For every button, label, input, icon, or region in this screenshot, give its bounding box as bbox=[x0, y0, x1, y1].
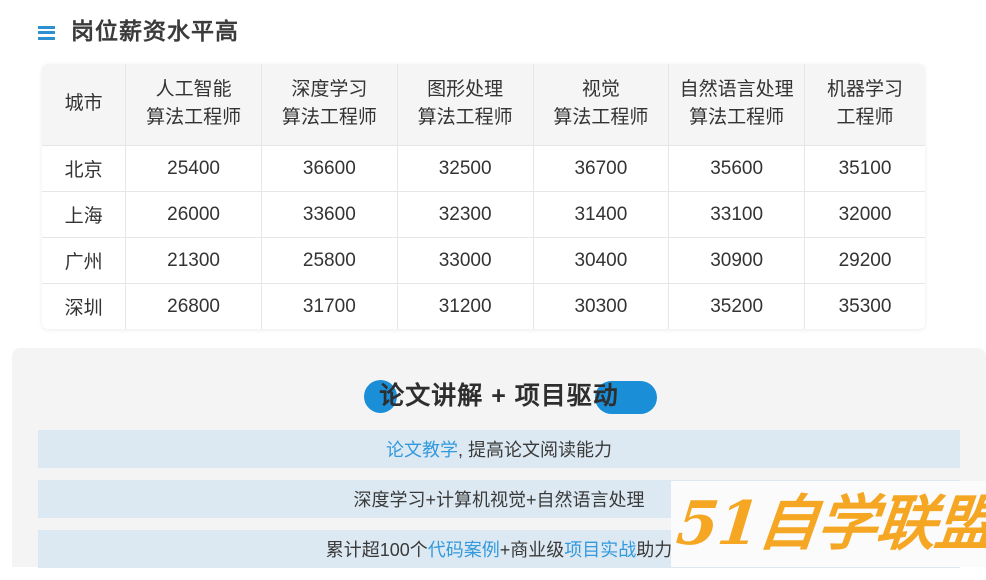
feature-highlight: 论文教学 bbox=[385, 440, 458, 460]
feature-text: 深度学习+计算机视觉+自然语言处理 bbox=[353, 490, 645, 510]
cell-value: 36600 bbox=[260, 145, 398, 193]
watermark-text: 51自学联盟 bbox=[673, 489, 986, 559]
cell-value: 35600 bbox=[668, 145, 806, 193]
cell-value: 33100 bbox=[668, 191, 806, 239]
feature-text: 累计超100个 bbox=[325, 540, 428, 560]
column-header-graphics: 图形处理 算法工程师 bbox=[396, 64, 534, 147]
promo-heading: 论文讲解 + 项目驱动 bbox=[12, 374, 986, 418]
cell-value: 30400 bbox=[532, 237, 670, 285]
cell-value: 33000 bbox=[396, 237, 534, 285]
cell-city: 北京 bbox=[42, 145, 127, 193]
table-header-row: 城市 人工智能 算法工程师 深度学习 算法工程师 图形处理 算法工程师 视觉 算… bbox=[42, 64, 925, 147]
cell-value: 32300 bbox=[396, 191, 534, 239]
cell-value: 35300 bbox=[804, 283, 925, 330]
page-title: 岗位薪资水平高 bbox=[71, 17, 239, 44]
cell-value: 35100 bbox=[804, 145, 925, 193]
salary-table: 城市 人工智能 算法工程师 深度学习 算法工程师 图形处理 算法工程师 视觉 算… bbox=[42, 64, 925, 330]
cell-value: 31700 bbox=[260, 283, 398, 330]
watermark-overlay: 51自学联盟 bbox=[671, 481, 986, 567]
cell-value: 31200 bbox=[396, 283, 534, 330]
column-header-ai: 人工智能 算法工程师 bbox=[125, 64, 262, 147]
cell-value: 32000 bbox=[804, 191, 925, 239]
feature-text: 助力 bbox=[636, 540, 673, 560]
feature-text: , 提高论文阅读能力 bbox=[457, 440, 612, 460]
cell-value: 36700 bbox=[532, 145, 670, 193]
cell-value: 26000 bbox=[125, 191, 262, 239]
table-row: 深圳 26800 31700 31200 30300 35200 35300 bbox=[42, 283, 925, 330]
promo-heading-text: 论文讲解 + 项目驱动 bbox=[379, 382, 619, 410]
table-row: 北京 25400 36600 32500 36700 35600 35100 bbox=[42, 145, 925, 193]
list-item: 论文教学, 提高论文阅读能力 bbox=[38, 430, 960, 468]
column-header-machine-learning: 机器学习 工程师 bbox=[804, 64, 925, 147]
section-title: 岗位薪资水平高 bbox=[38, 14, 239, 48]
column-header-deep-learning: 深度学习 算法工程师 bbox=[260, 64, 398, 147]
cell-value: 30300 bbox=[532, 283, 670, 330]
cell-city: 广州 bbox=[42, 237, 127, 285]
feature-text: +商业级 bbox=[499, 540, 565, 560]
column-header-nlp: 自然语言处理 算法工程师 bbox=[668, 64, 806, 147]
cell-value: 31400 bbox=[532, 191, 670, 239]
column-header-vision: 视觉 算法工程师 bbox=[532, 64, 670, 147]
cell-value: 25400 bbox=[125, 145, 262, 193]
feature-highlight: 项目实战 bbox=[564, 540, 637, 560]
table-row: 广州 21300 25800 33000 30400 30900 29200 bbox=[42, 237, 925, 285]
cell-value: 30900 bbox=[668, 237, 806, 285]
cell-city: 上海 bbox=[42, 191, 127, 239]
cell-city: 深圳 bbox=[42, 283, 127, 330]
column-header-city: 城市 bbox=[42, 64, 127, 147]
cell-value: 26800 bbox=[125, 283, 262, 330]
table-row: 上海 26000 33600 32300 31400 33100 32000 bbox=[42, 191, 925, 239]
feature-highlight: 代码案例 bbox=[427, 540, 500, 560]
hamburger-bars-icon bbox=[38, 25, 55, 40]
cell-value: 33600 bbox=[260, 191, 398, 239]
cell-value: 32500 bbox=[396, 145, 534, 193]
cell-value: 25800 bbox=[260, 237, 398, 285]
cell-value: 21300 bbox=[125, 237, 262, 285]
cell-value: 29200 bbox=[804, 237, 925, 285]
salary-table-container: 城市 人工智能 算法工程师 深度学习 算法工程师 图形处理 算法工程师 视觉 算… bbox=[42, 64, 925, 330]
cell-value: 35200 bbox=[668, 283, 806, 330]
